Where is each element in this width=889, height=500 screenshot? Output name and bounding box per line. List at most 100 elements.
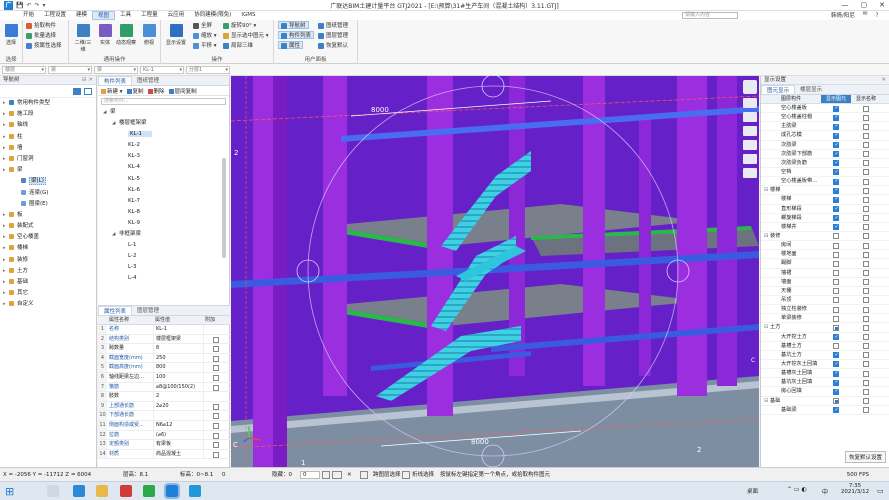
display-row[interactable]: 房心回填 [761, 387, 889, 397]
component-tree-item[interactable]: L-1 [98, 240, 229, 251]
delete-button[interactable]: 删除 [147, 87, 165, 95]
app-blue-icon[interactable] [189, 485, 201, 497]
restore-default-button[interactable]: 恢复默认 [318, 42, 348, 50]
component-tree-item[interactable]: ◢ 梁 [98, 107, 229, 118]
show-name-checkbox[interactable] [863, 206, 869, 213]
category-select[interactable]: 梁 [48, 66, 92, 74]
show-element-checkbox[interactable] [833, 279, 839, 286]
show-element-checkbox[interactable] [833, 177, 839, 186]
show-name-checkbox[interactable] [863, 105, 869, 112]
cross-layer-toggle[interactable] [360, 471, 368, 479]
nav-item[interactable]: ▸ 自定义 [0, 299, 96, 310]
show-element-checkbox[interactable] [833, 205, 839, 214]
property-extra-checkbox[interactable] [213, 355, 219, 362]
show-element-checkbox[interactable] [833, 270, 839, 277]
component-tree-item[interactable]: KL-4 [98, 162, 229, 173]
display-row[interactable]: 基坑土方 [761, 351, 889, 360]
pan-button[interactable]: 平移 ▾ [193, 42, 217, 50]
property-value[interactable]: 2 [153, 392, 203, 401]
top-view-button[interactable]: 俯视 [141, 24, 157, 46]
file-explorer-icon[interactable] [96, 485, 108, 497]
menu-quantities[interactable]: 工程量 [136, 11, 163, 20]
menu-view[interactable]: 视图 [92, 11, 116, 20]
menu-tools[interactable]: 工具 [115, 11, 136, 20]
show-name-checkbox[interactable] [863, 260, 869, 267]
display-row[interactable]: 楼梯 [761, 195, 889, 205]
fullscreen-button[interactable]: 全屏 [193, 22, 212, 30]
property-row[interactable]: 3 跨数量 8 [98, 344, 230, 354]
close-button[interactable]: ✕ [879, 1, 885, 9]
show-element-checkbox[interactable] [833, 288, 839, 295]
show-name-checkbox[interactable] [863, 334, 869, 341]
nav-item[interactable]: ▸ 门窗洞 [0, 154, 96, 165]
display-row[interactable]: 空心楼盖板带... [761, 177, 889, 186]
menu-collab[interactable]: 协同建模(限免) [189, 11, 236, 20]
property-extra-checkbox[interactable] [213, 346, 219, 353]
show-element-checkbox[interactable] [833, 343, 839, 350]
nav-item[interactable]: ▸ 常用构件类型 [0, 98, 96, 109]
tree-expand-icon[interactable]: ◢ [112, 229, 119, 240]
show-element-checkbox[interactable] [833, 113, 839, 122]
property-row[interactable]: 14 材质 商品混凝土 [98, 449, 230, 460]
mail-icon[interactable]: ✉ [863, 11, 868, 19]
show-element-checkbox[interactable] [833, 214, 839, 223]
nav-item[interactable]: ▸ 装配式 [0, 221, 96, 232]
close-icon[interactable]: ✕ [881, 76, 886, 85]
show-name-checkbox[interactable] [863, 288, 869, 295]
wechat-icon[interactable] [143, 485, 155, 497]
display-row[interactable]: 踢脚 [761, 259, 889, 269]
show-name-checkbox[interactable] [863, 379, 869, 386]
app-red-icon[interactable] [120, 485, 132, 497]
component-tree-item[interactable]: L-4 [98, 273, 229, 284]
display-row[interactable]: 大开挖土方 [761, 333, 889, 342]
tree-expand-icon[interactable]: ◢ [103, 107, 110, 118]
show-name-checkbox[interactable] [863, 169, 869, 176]
nav-item[interactable]: 连梁(G) [0, 188, 96, 199]
tab-floor-display[interactable]: 楼层显示 [795, 85, 827, 94]
show-name-checkbox[interactable] [863, 132, 869, 139]
component-tree-item[interactable]: ◢ 非框架梁 [98, 229, 229, 240]
nav-item[interactable]: ▸ 墙 [0, 143, 96, 154]
menu-modeling[interactable]: 建模 [71, 11, 92, 20]
show-element-checkbox[interactable] [833, 406, 839, 415]
show-element-checkbox[interactable] [833, 351, 839, 360]
property-value[interactable]: KL-1 [153, 325, 203, 334]
rotate-view-icon[interactable] [743, 140, 757, 150]
property-row[interactable]: 12 拉筋 (⌀6) [98, 430, 230, 441]
menu-project-settings[interactable]: 工程设置 [39, 11, 71, 20]
show-element-checkbox[interactable] [833, 168, 839, 177]
display-row[interactable]: ⊟ 楼梯 [761, 186, 889, 195]
menu-cloud[interactable]: 云应用 [163, 11, 190, 20]
show-name-checkbox[interactable] [863, 142, 869, 149]
batch-select-button[interactable]: 批量选择 [26, 32, 56, 40]
display-row[interactable]: 直形梯段 [761, 205, 889, 214]
show-name-checkbox[interactable] [863, 306, 869, 313]
show-name-checkbox[interactable] [863, 352, 869, 359]
display-row[interactable]: 基坑灰土回填 [761, 378, 889, 387]
edge-browser-icon[interactable] [73, 485, 85, 497]
display-row[interactable]: 大开挖灰土回填 [761, 360, 889, 369]
component-tree-item[interactable]: L-3 [98, 262, 229, 273]
show-element-checkbox[interactable] [833, 378, 839, 387]
solid-button[interactable]: 实体 [97, 24, 113, 46]
display-row[interactable]: 单梁装修 [761, 314, 889, 324]
desktop-label[interactable]: 桌面 [747, 487, 758, 495]
show-name-checkbox[interactable] [863, 388, 869, 395]
display-row[interactable]: 基槽灰土回填 [761, 369, 889, 378]
show-name-checkbox[interactable] [863, 315, 869, 322]
help-icon[interactable]: ？ [875, 11, 881, 19]
menu-start[interactable]: 开始 [18, 11, 39, 20]
show-name-checkbox[interactable] [863, 370, 869, 377]
show-element-checkbox[interactable] [833, 398, 839, 404]
component-tree-item[interactable]: L-2 [98, 251, 229, 262]
tab-layer-mgmt[interactable]: 图层管理 [132, 306, 164, 315]
show-element-checkbox[interactable] [833, 242, 839, 249]
nav-item[interactable]: ▸ 基础 [0, 277, 96, 288]
display-row[interactable]: 墙裙 [761, 269, 889, 278]
display-row[interactable]: 空心楼盖板 [761, 104, 889, 113]
display-row[interactable]: 空档 [761, 168, 889, 177]
show-selected-button[interactable]: 显示选中图元 ▾ [223, 32, 269, 40]
menu-igms[interactable]: IGMS [236, 11, 260, 20]
show-element-checkbox[interactable] [833, 387, 839, 397]
property-value[interactable]: 8 [153, 344, 203, 353]
